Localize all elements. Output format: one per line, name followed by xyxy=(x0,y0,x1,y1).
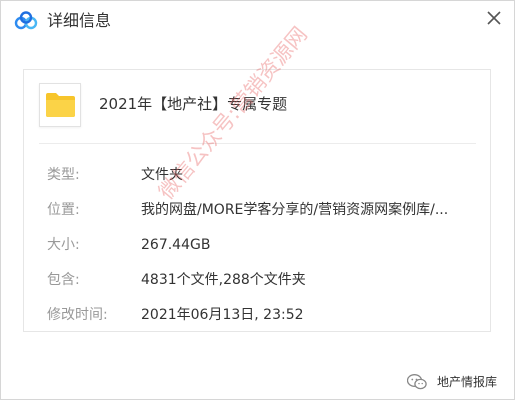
property-value: 4831个文件,288个文件夹 xyxy=(141,272,306,288)
property-value: 文件夹 xyxy=(141,167,183,183)
item-name: 2021年【地产社】专属专题 xyxy=(99,95,288,113)
property-label: 位置: xyxy=(47,202,80,218)
item-header: 2021年【地产社】专属专题 xyxy=(24,70,490,142)
details-dialog: 详细信息 2021年【地产社】专属专题 类型: 文件夹 位置: 我的网盘/MOR… xyxy=(0,0,515,400)
close-icon[interactable] xyxy=(481,5,507,31)
baidu-netdisk-cloud-icon xyxy=(14,11,38,31)
property-size: 大小: 267.44GB xyxy=(24,234,490,256)
window-title: 详细信息 xyxy=(47,11,112,30)
wechat-icon xyxy=(406,374,427,390)
property-label: 修改时间: xyxy=(47,307,108,323)
property-value: 2021年06月13日, 23:52 xyxy=(141,307,304,323)
folder-icon xyxy=(46,93,75,117)
property-value[interactable]: 我的网盘/MORE学客分享的/营销资源网案例库/... xyxy=(141,199,481,221)
folder-thumbnail xyxy=(39,83,81,127)
close-button[interactable] xyxy=(481,5,507,31)
divider xyxy=(39,143,476,144)
property-label: 大小: xyxy=(47,237,80,253)
property-value: 267.44GB xyxy=(141,237,211,253)
title-bar: 详细信息 xyxy=(1,1,514,41)
property-location: 位置: 我的网盘/MORE学客分享的/营销资源网案例库/... xyxy=(24,199,490,221)
property-label: 类型: xyxy=(47,167,80,183)
property-type: 类型: 文件夹 xyxy=(24,164,490,186)
property-contains: 包含: 4831个文件,288个文件夹 xyxy=(24,269,490,291)
property-label: 包含: xyxy=(47,272,80,288)
property-modified-time: 修改时间: 2021年06月13日, 23:52 xyxy=(24,304,490,326)
details-panel: 2021年【地产社】专属专题 类型: 文件夹 位置: 我的网盘/MORE学客分享… xyxy=(23,69,491,332)
brand-text: 地产情报库 xyxy=(437,375,498,389)
